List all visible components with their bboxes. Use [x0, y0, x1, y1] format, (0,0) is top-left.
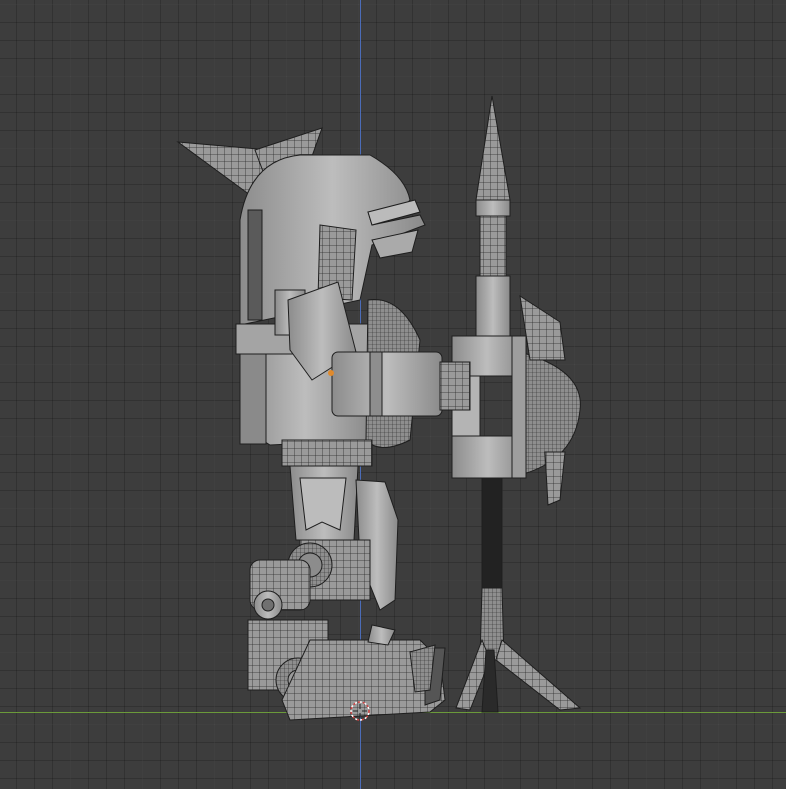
- robot-model-mesh[interactable]: [0, 0, 786, 789]
- waist: [281, 439, 373, 467]
- 3d-viewport[interactable]: [0, 0, 786, 789]
- shield: [451, 294, 581, 506]
- 3d-cursor-icon[interactable]: [349, 700, 371, 722]
